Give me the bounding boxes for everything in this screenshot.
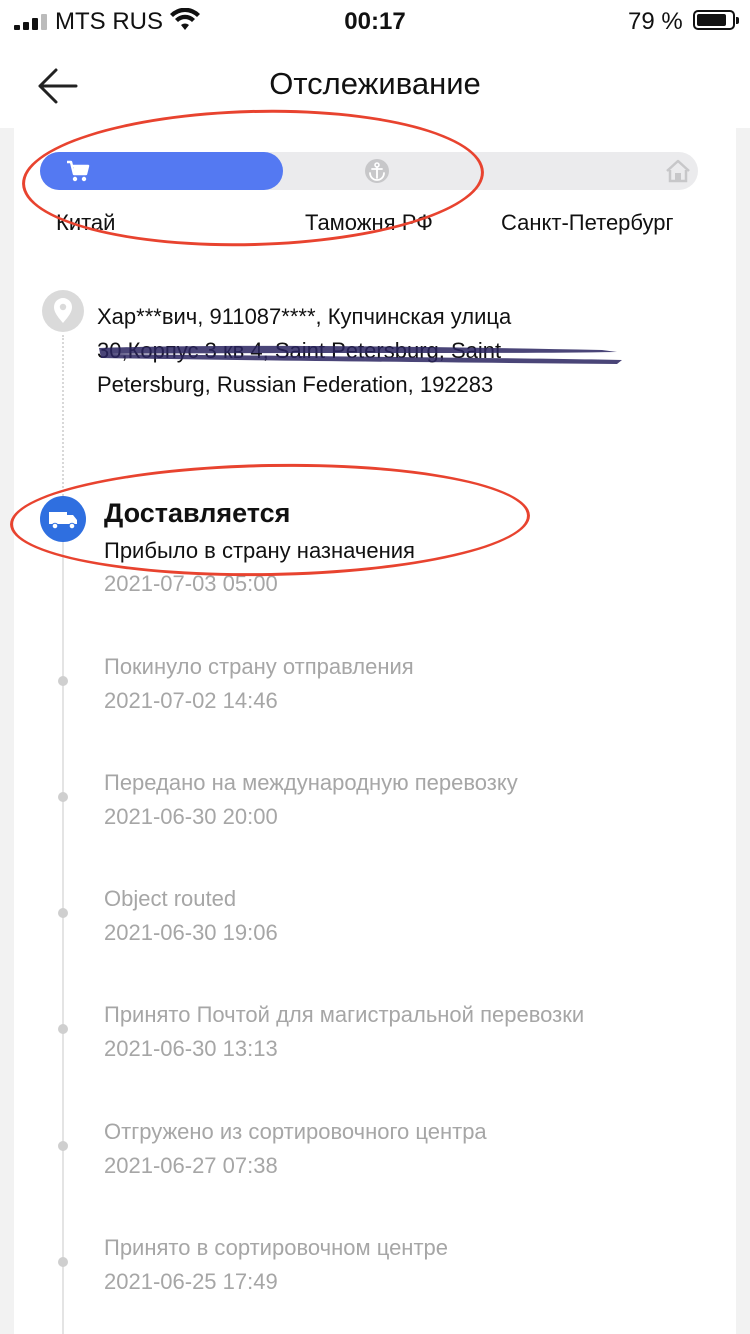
timeline-dot — [58, 676, 68, 686]
truck-status-icon — [40, 496, 86, 542]
timeline-event: Передано на международную перевозку 2021… — [0, 770, 750, 840]
stage-label-destination: Санкт-Петербург — [501, 210, 674, 235]
event-time: 2021-06-30 20:00 — [104, 804, 278, 829]
event-text: Object routed — [104, 886, 237, 911]
battery-icon — [693, 10, 739, 30]
event-time: 2021-06-30 19:06 — [104, 920, 278, 945]
address-line-3: Petersburg, Russian Federation, 192283 — [97, 372, 494, 397]
redaction-scribble — [99, 345, 622, 364]
current-status-title: Доставляется — [104, 498, 291, 528]
event-time: 2021-06-27 07:38 — [104, 1153, 278, 1178]
event-time: 2021-07-02 14:46 — [104, 688, 278, 713]
battery-percent: 79 % — [628, 8, 683, 35]
timeline-event: Покинуло страну отправления 2021-07-02 1… — [0, 654, 750, 724]
event-text: Отгружено из сортировочного центра — [104, 1119, 487, 1144]
current-status-time: 2021-07-03 05:00 — [104, 571, 278, 596]
anchor-icon — [365, 159, 389, 183]
timeline-dot — [58, 1141, 68, 1151]
timeline-event: Принято Почтой для магистральной перевоз… — [0, 1002, 750, 1072]
nav-header: Отслеживание — [0, 44, 750, 128]
status-bar: MTS RUS 00:17 79 % — [0, 0, 750, 44]
event-text: Принято Почтой для магистральной перевоз… — [104, 1002, 585, 1027]
cart-icon — [67, 160, 90, 182]
event-time: 2021-06-30 13:13 — [104, 1036, 278, 1061]
shipment-progress-bar — [40, 152, 698, 190]
event-text: Принято в сортировочном центре — [104, 1235, 449, 1260]
event-text: Передано на международную перевозку — [104, 770, 518, 795]
home-icon — [666, 159, 690, 183]
timeline-dot — [58, 1024, 68, 1034]
address-line-1: Хар***вич, 911087****, Купчинская улица — [97, 304, 512, 329]
current-status-subtitle: Прибыло в страну назначения — [104, 538, 415, 563]
timeline-event: Object routed 2021-06-30 19:06 — [0, 886, 750, 956]
timeline-dot — [58, 1257, 68, 1267]
stage-label-customs: Таможня РФ — [305, 210, 433, 235]
timeline-dot — [58, 908, 68, 918]
timeline-event: Принято в сортировочном центре 2021-06-2… — [0, 1235, 750, 1305]
stage-label-china: Китай — [56, 210, 116, 235]
timeline-event: Отгружено из сортировочного центра 2021-… — [0, 1119, 750, 1189]
event-text: Покинуло страну отправления — [104, 654, 414, 679]
page-title: Отслеживание — [269, 66, 481, 101]
timeline-dot — [58, 792, 68, 802]
location-pin-icon — [42, 290, 84, 332]
event-time: 2021-06-25 17:49 — [104, 1269, 278, 1294]
